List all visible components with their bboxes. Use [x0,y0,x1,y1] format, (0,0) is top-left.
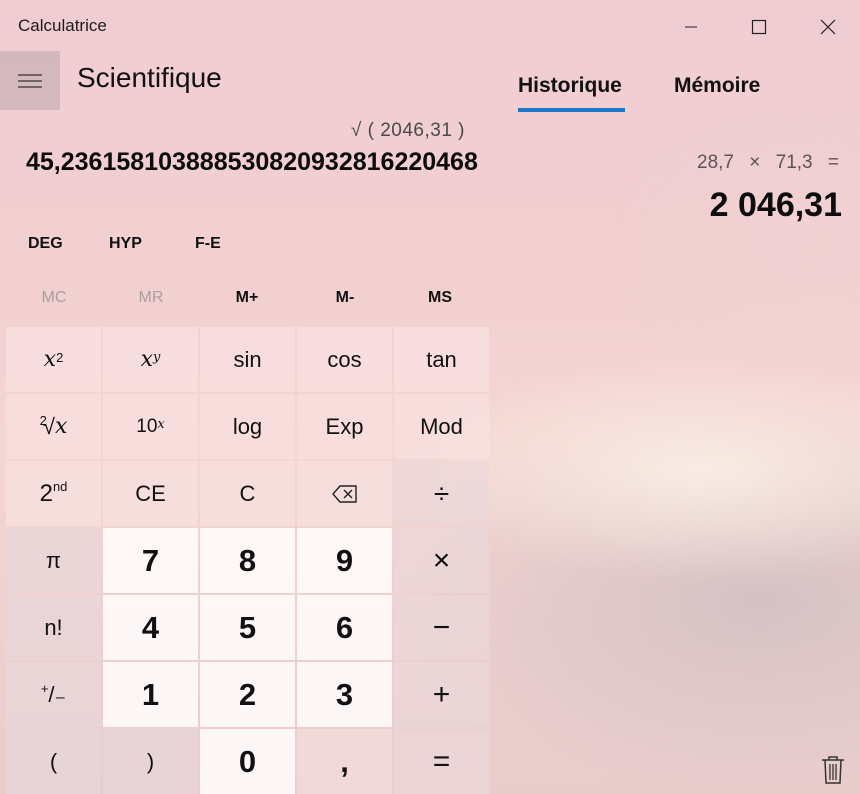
history-item-expression[interactable]: 28,7 × 71,3 = [697,152,839,174]
expression-display: √ ( 2046,31 ) [350,120,465,141]
ten-power-exp: x [157,417,165,432]
decimal-button[interactable]: , [297,729,392,794]
sin-button[interactable]: sin [200,327,295,392]
window-title: Calculatrice [18,16,107,35]
hyp-button[interactable]: HYP [109,235,142,253]
square-base: x [43,347,57,372]
log-button[interactable]: log [200,394,295,459]
tab-memory[interactable]: Mémoire [674,74,760,98]
power-button[interactable]: xy [103,327,198,392]
equals-button[interactable]: = [394,729,489,794]
digit-4-button[interactable]: 4 [103,595,198,660]
tab-history[interactable]: Historique [518,74,622,98]
factorial-button[interactable]: n! [6,595,101,660]
square-exp: 2 [56,350,64,365]
digit-5-button[interactable]: 5 [200,595,295,660]
digit-8-button[interactable]: 8 [200,528,295,593]
digit-0-button[interactable]: 0 [200,729,295,794]
trash-icon [822,756,844,784]
backspace-button[interactable] [297,461,392,526]
clear-history-button[interactable] [818,754,848,786]
negate-plus: + [40,681,49,696]
close-button[interactable] [794,0,860,54]
memory-recall-button[interactable]: MR [103,289,199,307]
fe-button[interactable]: F-E [195,235,221,253]
minimize-button[interactable] [657,0,725,54]
square-button[interactable]: x2 [6,327,101,392]
root-index: 2 [39,413,47,428]
backspace-icon [331,484,357,503]
memory-store-button[interactable]: MS [392,289,488,307]
power-exp: y [153,350,161,365]
clear-entry-button[interactable]: CE [103,461,198,526]
maximize-button[interactable] [725,0,793,54]
root-base: x [54,414,68,439]
memory-clear-button[interactable]: MC [6,289,102,307]
mod-button[interactable]: Mod [394,394,489,459]
close-paren-button[interactable]: ) [103,729,198,794]
digit-7-button[interactable]: 7 [103,528,198,593]
hamburger-icon [18,73,42,88]
history-item-result[interactable]: 2 046,31 [710,186,842,225]
result-display: 45,236158103888530820932816220468 [26,148,478,176]
multiply-button[interactable]: × [394,528,489,593]
second-function-button[interactable]: 2nd [6,461,101,526]
negate-minus: /₋ [48,681,67,707]
open-paren-button[interactable]: ( [6,729,101,794]
mode-title: Scientifique [77,62,222,93]
cos-button[interactable]: cos [297,327,392,392]
minus-button[interactable]: − [394,595,489,660]
pi-button[interactable]: π [6,528,101,593]
second-exp: nd [52,479,68,494]
memory-add-button[interactable]: M+ [199,289,295,307]
deg-button[interactable]: DEG [28,235,63,253]
power-base: x [140,347,154,372]
digit-6-button[interactable]: 6 [297,595,392,660]
maximize-icon [751,19,767,35]
digit-9-button[interactable]: 9 [297,528,392,593]
second-base: 2 [39,479,53,507]
divide-button[interactable]: ÷ [394,461,489,526]
memory-subtract-button[interactable]: M- [297,289,393,307]
tan-button[interactable]: tan [394,327,489,392]
active-tab-indicator [518,108,625,112]
keypad: x2 xy sin cos tan 2 √ x 10 x log Exp Mod 2n… [6,327,489,794]
menu-button[interactable] [0,51,60,110]
minimize-icon [685,26,697,28]
plus-button[interactable]: + [394,662,489,727]
negate-button[interactable]: +/₋ [6,662,101,727]
ten-power-base: 10 [136,415,158,437]
exp-button[interactable]: Exp [297,394,392,459]
digit-1-button[interactable]: 1 [103,662,198,727]
digit-3-button[interactable]: 3 [297,662,392,727]
close-icon [820,19,836,35]
clear-button[interactable]: C [200,461,295,526]
digit-2-button[interactable]: 2 [200,662,295,727]
root-button[interactable]: 2 √ x [6,394,101,459]
ten-power-button[interactable]: 10 x [103,394,198,459]
